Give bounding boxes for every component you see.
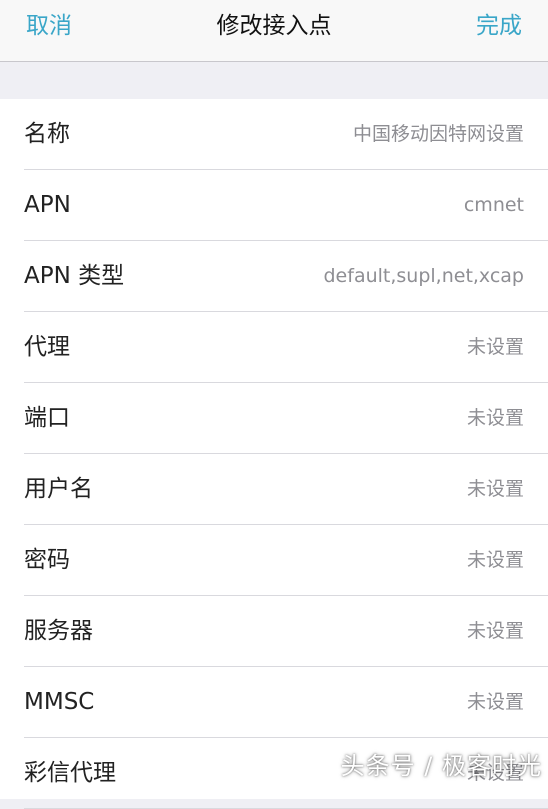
row-label: APN [24, 192, 71, 218]
navigation-bar: 取消 修改接入点 完成 [0, 0, 548, 62]
row-mmsc[interactable]: MMSC 未设置 [0, 667, 548, 738]
row-label: 彩信代理 [24, 760, 116, 786]
row-name[interactable]: 名称 中国移动因特网设置 [0, 99, 548, 170]
row-label: 服务器 [24, 618, 93, 644]
row-label: 代理 [24, 334, 70, 360]
row-password[interactable]: 密码 未设置 [0, 525, 548, 596]
row-username[interactable]: 用户名 未设置 [0, 454, 548, 525]
row-label: 名称 [24, 121, 70, 147]
row-port[interactable]: 端口 未设置 [0, 383, 548, 454]
apn-settings-list: 名称 中国移动因特网设置 APN cmnet APN 类型 default,su… [0, 99, 548, 809]
row-value: 未设置 [466, 407, 524, 429]
row-value: 未设置 [466, 478, 524, 500]
section-gap [0, 62, 548, 99]
row-proxy[interactable]: 代理 未设置 [0, 312, 548, 383]
row-value: 未设置 [466, 549, 524, 571]
row-value: 中国移动因特网设置 [352, 123, 524, 145]
row-label: 密码 [24, 547, 70, 573]
row-label: 端口 [24, 405, 70, 431]
page-title: 修改接入点 [216, 13, 332, 39]
row-server[interactable]: 服务器 未设置 [0, 596, 548, 667]
row-value: 未设置 [466, 691, 524, 713]
row-label: 用户名 [24, 476, 93, 502]
row-value: default,supl,net,xcap [323, 265, 525, 287]
row-label: MMSC [24, 689, 95, 715]
row-value: 未设置 [466, 336, 524, 358]
row-apn[interactable]: APN cmnet [0, 170, 548, 241]
row-value: cmnet [463, 194, 524, 216]
watermark: 头条号 / 极客时光 [340, 752, 542, 780]
row-apn-type[interactable]: APN 类型 default,supl,net,xcap [0, 241, 548, 312]
row-label: APN 类型 [24, 263, 125, 289]
row-value: 未设置 [466, 620, 524, 642]
done-button[interactable]: 完成 [476, 10, 522, 42]
